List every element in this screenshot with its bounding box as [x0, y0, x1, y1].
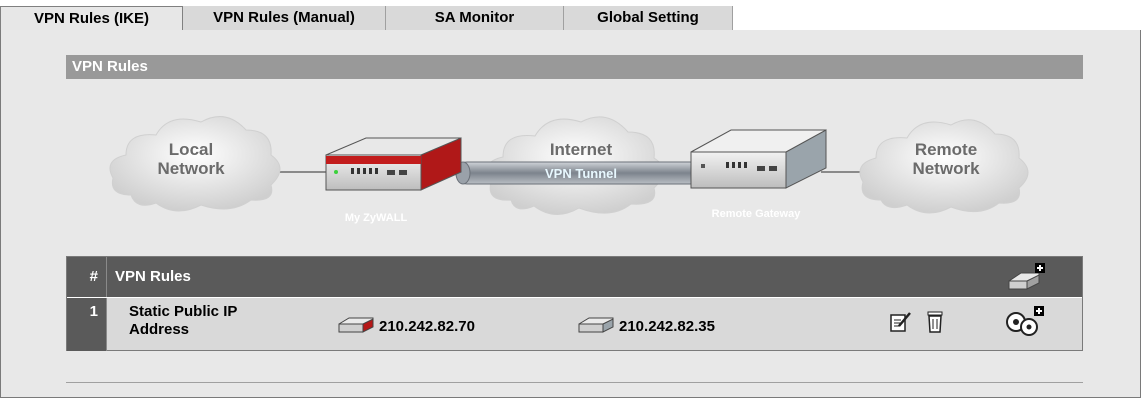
edit-icon[interactable] — [889, 310, 913, 339]
tab-sa-monitor[interactable]: SA Monitor — [386, 6, 564, 30]
red-router-icon — [337, 314, 377, 338]
table-row: 1 Static Public IP Address 210.242.82.70 — [67, 297, 1082, 351]
rule-name: Static Public IP Address — [129, 303, 238, 338]
tab-global-setting[interactable]: Global Setting — [564, 6, 733, 30]
tab-bar-filler — [733, 6, 1141, 30]
bottom-divider — [66, 382, 1083, 383]
vpn-topology-diagram: Local Network Internet VPN Tunnel Remote… — [101, 100, 1051, 250]
add-gateway-policy-icon[interactable] — [1007, 263, 1047, 298]
content-panel: VPN Rules Local Network Internet VPN Tun… — [0, 30, 1141, 398]
internet-label: Internet — [549, 140, 613, 159]
row-number: 1 — [67, 298, 107, 351]
remote-ip-text: 210.242.82.35 — [619, 317, 715, 335]
local-ip-text: 210.242.82.70 — [379, 317, 475, 335]
column-header-vpn-rules: VPN Rules — [115, 268, 191, 285]
add-network-policy-icon[interactable] — [1002, 306, 1046, 343]
remote-gateway-label: Remote Gateway — [711, 208, 801, 220]
zywall-device-icon — [325, 137, 462, 191]
remote-gateway-device-icon — [690, 129, 827, 189]
column-header-number: # — [67, 257, 107, 297]
table-header: # VPN Rules — [67, 257, 1082, 297]
remote-gateway-ip: 210.242.82.35 — [577, 314, 715, 338]
tab-vpn-rules-ike[interactable]: VPN Rules (IKE) — [0, 6, 183, 31]
tab-vpn-rules-manual[interactable]: VPN Rules (Manual) — [183, 6, 386, 30]
local-network-label: Local Network — [157, 140, 225, 178]
delete-icon[interactable] — [925, 310, 945, 339]
my-zywall-label: My ZyWALL — [344, 212, 408, 224]
tab-bar: VPN Rules (IKE) VPN Rules (Manual) SA Mo… — [0, 0, 1141, 31]
vpn-rules-table: # VPN Rules 1 Static Public IP Address 2… — [66, 256, 1083, 351]
local-gateway-ip: 210.242.82.70 — [337, 314, 475, 338]
gray-router-icon — [577, 314, 617, 338]
remote-network-label: Remote Network — [912, 140, 980, 178]
section-header: VPN Rules — [66, 55, 1083, 79]
vpn-tunnel-label: VPN Tunnel — [545, 166, 617, 181]
